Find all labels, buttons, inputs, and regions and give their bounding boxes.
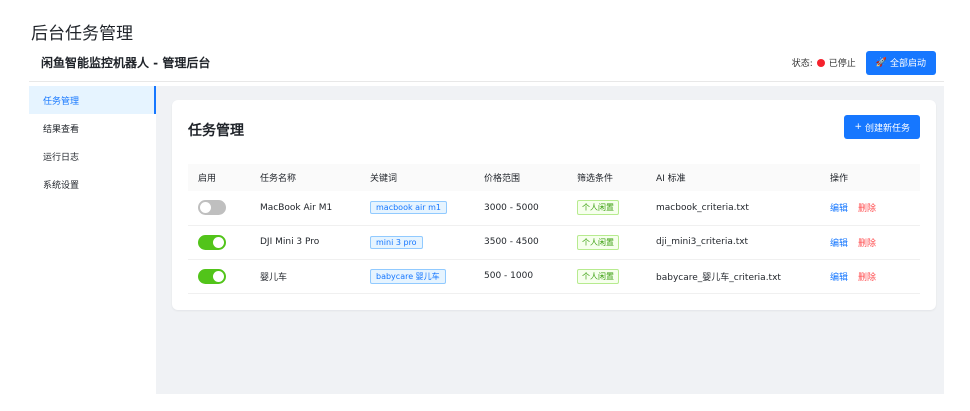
column-header: 操作 bbox=[830, 174, 849, 184]
task-card: 任务管理 + 创建新任务 启用 任务名称 关键词 价格范围 筛选条件 AI 标准… bbox=[172, 100, 936, 310]
status-indicator: 状态: 已停止 bbox=[792, 56, 856, 69]
toggle-knob bbox=[200, 202, 211, 214]
delete-link[interactable]: 删除 bbox=[858, 273, 876, 283]
create-task-button[interactable]: + 创建新任务 bbox=[844, 115, 920, 139]
plus-icon: + bbox=[854, 122, 862, 132]
filter-tag: 个人闲置 bbox=[577, 268, 619, 284]
sidebar-item-logs[interactable]: 运行日志 bbox=[29, 142, 156, 170]
column-header: 启用 bbox=[198, 174, 217, 184]
edit-link[interactable]: 编辑 bbox=[830, 273, 848, 283]
price-range: 500 - 1000 bbox=[474, 259, 567, 294]
ai-criteria: dji_mini3_criteria.txt bbox=[646, 225, 820, 260]
sidebar-item-tasks[interactable]: 任务管理 bbox=[29, 86, 156, 114]
column-header: AI 标准 bbox=[656, 174, 686, 184]
enable-toggle[interactable] bbox=[198, 268, 226, 284]
column-header: 筛选条件 bbox=[577, 174, 614, 184]
task-name: MacBook Air M1 bbox=[250, 191, 360, 226]
start-all-button[interactable]: 🚀 全部启动 bbox=[865, 50, 936, 75]
keyword-tag: macbook air m1 bbox=[370, 201, 447, 215]
filter-tag: 个人闲置 bbox=[577, 234, 619, 250]
main-content: 任务管理 + 创建新任务 启用 任务名称 关键词 价格范围 筛选条件 AI 标准… bbox=[156, 86, 944, 394]
sidebar-item-label: 任务管理 bbox=[43, 96, 80, 107]
table-row: 婴儿车 babycare 婴儿车 500 - 1000 个人闲置 babycar… bbox=[188, 259, 920, 294]
sidebar-item-label: 系统设置 bbox=[43, 180, 80, 191]
app-title: 闲鱼智能监控机器人 - 管理后台 bbox=[41, 56, 211, 70]
table-row: MacBook Air M1 macbook air m1 3000 - 500… bbox=[188, 191, 920, 226]
sidebar-item-results[interactable]: 结果查看 bbox=[29, 114, 156, 142]
top-header: 闲鱼智能监控机器人 - 管理后台 状态: 已停止 🚀 全部启动 bbox=[29, 44, 944, 82]
sidebar: 任务管理 结果查看 运行日志 系统设置 bbox=[29, 86, 156, 394]
rocket-icon: 🚀 bbox=[875, 57, 887, 68]
edit-link[interactable]: 编辑 bbox=[830, 204, 848, 214]
column-header: 价格范围 bbox=[484, 174, 521, 184]
sidebar-item-label: 运行日志 bbox=[43, 152, 80, 163]
price-range: 3500 - 4500 bbox=[474, 225, 567, 260]
sidebar-item-settings[interactable]: 系统设置 bbox=[29, 170, 156, 198]
page-caption: 后台任务管理 bbox=[31, 24, 133, 44]
table-header-row: 启用 任务名称 关键词 价格范围 筛选条件 AI 标准 操作 bbox=[188, 164, 920, 191]
app-window: 闲鱼智能监控机器人 - 管理后台 状态: 已停止 🚀 全部启动 任务管理 结果查… bbox=[29, 44, 944, 394]
enable-toggle[interactable] bbox=[198, 234, 226, 250]
sidebar-item-label: 结果查看 bbox=[43, 124, 80, 135]
keyword-tag: mini 3 pro bbox=[370, 235, 423, 249]
header-actions: 状态: 已停止 🚀 全部启动 bbox=[792, 50, 944, 75]
status-label: 状态: bbox=[791, 59, 813, 69]
toggle-knob bbox=[213, 236, 224, 248]
table-row: DJI Mini 3 Pro mini 3 pro 3500 - 4500 个人… bbox=[188, 225, 920, 260]
status-text: 已停止 bbox=[828, 59, 856, 69]
delete-link[interactable]: 删除 bbox=[858, 239, 876, 249]
task-name: 婴儿车 bbox=[250, 259, 360, 294]
column-header: 关键词 bbox=[370, 174, 398, 184]
start-all-label: 全部启动 bbox=[889, 59, 926, 69]
toggle-knob bbox=[213, 270, 224, 282]
task-table: 启用 任务名称 关键词 价格范围 筛选条件 AI 标准 操作 MacBook A… bbox=[188, 164, 920, 294]
price-range: 3000 - 5000 bbox=[474, 191, 567, 226]
create-task-label: 创建新任务 bbox=[864, 123, 910, 134]
delete-link[interactable]: 删除 bbox=[858, 204, 876, 214]
task-name: DJI Mini 3 Pro bbox=[250, 225, 360, 260]
ai-criteria: babycare_婴儿车_criteria.txt bbox=[646, 259, 820, 294]
keyword-tag: babycare 婴儿车 bbox=[370, 268, 446, 284]
filter-tag: 个人闲置 bbox=[577, 200, 619, 216]
ai-criteria: macbook_criteria.txt bbox=[646, 191, 820, 226]
status-dot-icon bbox=[816, 58, 825, 67]
enable-toggle[interactable] bbox=[198, 200, 226, 216]
column-header: 任务名称 bbox=[260, 174, 297, 184]
page-title: 任务管理 bbox=[188, 123, 244, 139]
edit-link[interactable]: 编辑 bbox=[830, 239, 848, 249]
